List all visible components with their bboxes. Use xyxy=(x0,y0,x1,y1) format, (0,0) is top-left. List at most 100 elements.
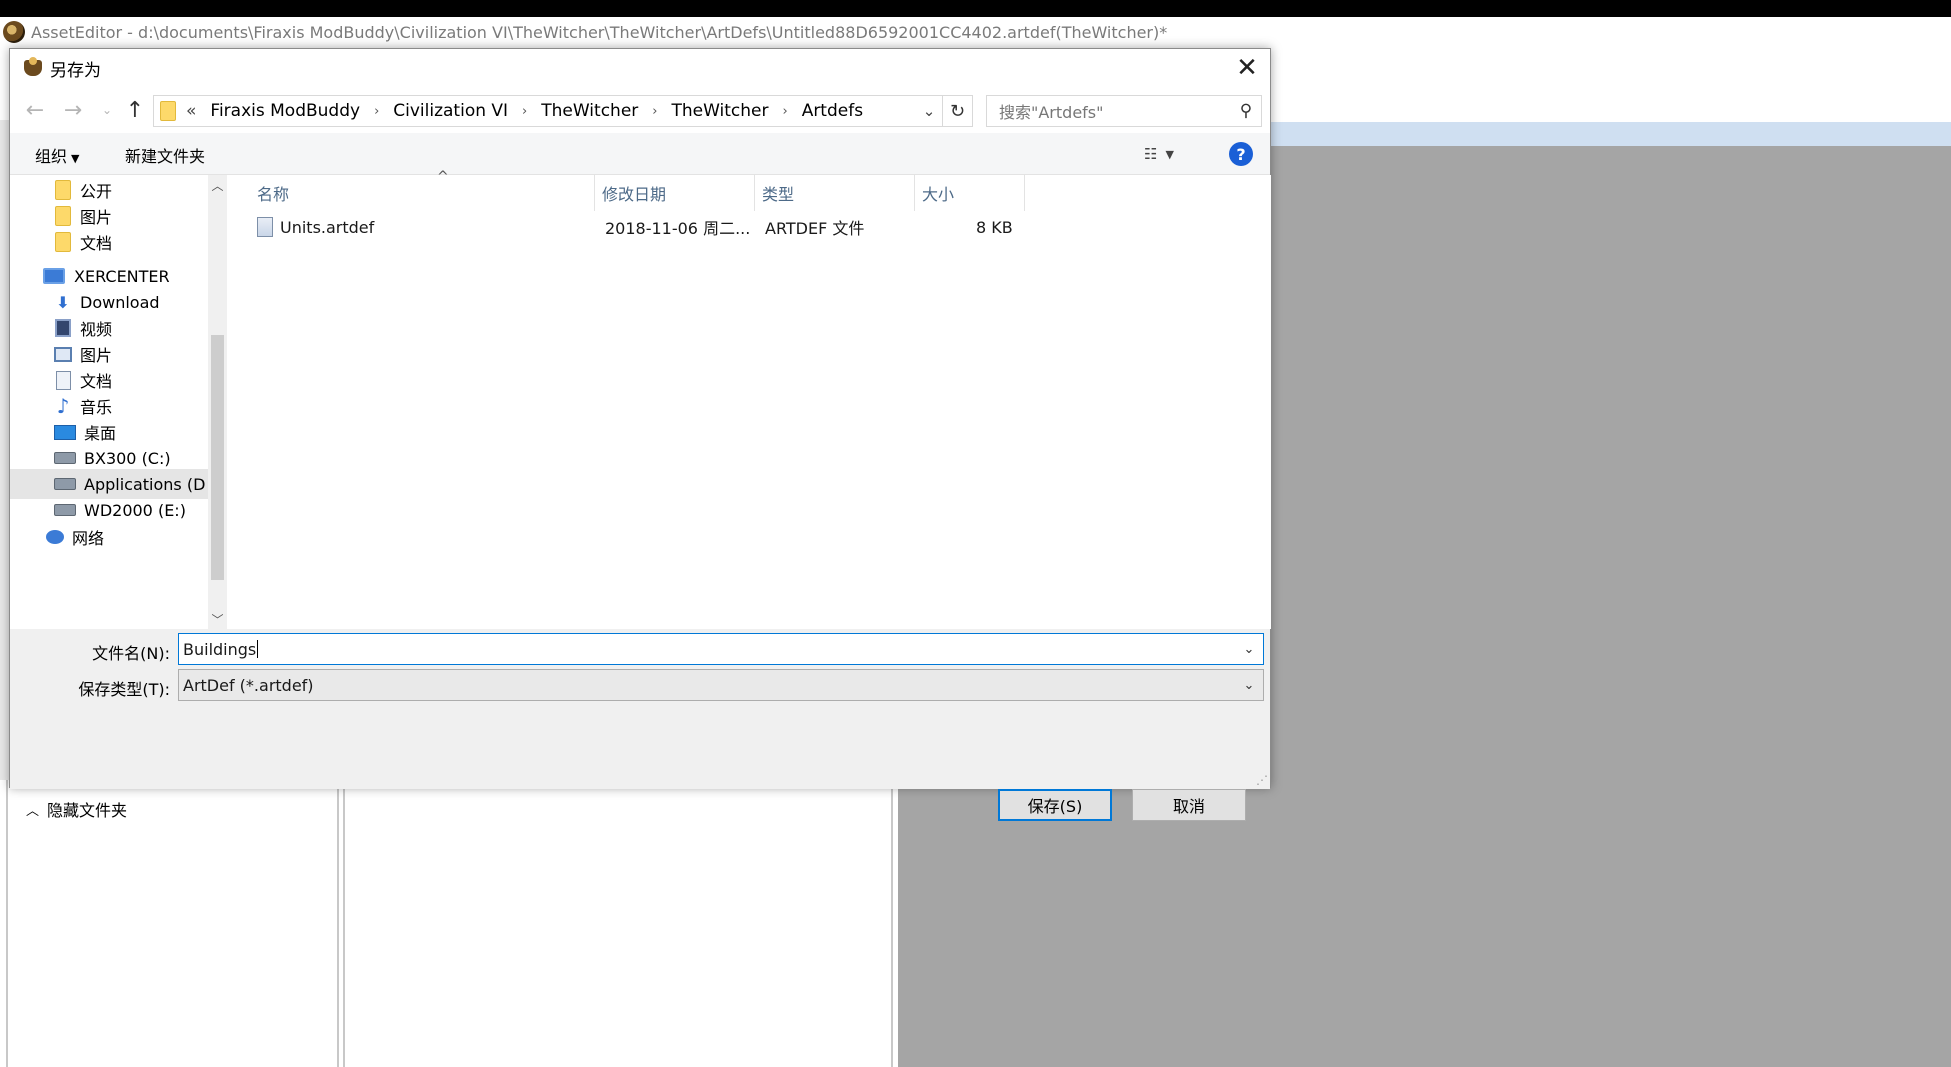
sidebar-item-network[interactable]: 网络 xyxy=(10,527,208,547)
dialog-app-icon xyxy=(22,57,44,79)
address-dropdown-button[interactable]: ⌄ xyxy=(916,98,942,124)
file-name-cell: Units.artdef xyxy=(257,213,374,241)
save-button[interactable]: 保存(S) xyxy=(998,789,1112,821)
scrollbar-thumb[interactable] xyxy=(211,335,224,580)
chevron-right-icon[interactable]: › xyxy=(522,104,527,119)
organize-label: 组织 xyxy=(35,147,68,166)
breadcrumb-overflow-button[interactable]: « xyxy=(186,101,196,121)
sidebar-item-label: XERCENTER xyxy=(74,266,170,286)
music-icon: ♪ xyxy=(56,394,70,418)
artdef-file-icon xyxy=(257,217,273,237)
breadcrumb-item[interactable]: Artdefs xyxy=(802,101,863,121)
search-icon[interactable]: ⚲ xyxy=(1231,96,1261,126)
file-row[interactable]: Units.artdef 2018-11-06 周二... ARTDEF 文件 … xyxy=(227,213,1271,241)
app-title: AssetEditor - d:\documents\Firaxis ModBu… xyxy=(31,22,1168,42)
sidebar-item-label: 网络 xyxy=(72,529,105,547)
filename-history-dropdown[interactable]: ⌄ xyxy=(1239,638,1259,660)
column-header-size[interactable]: 大小 xyxy=(922,175,1022,211)
asset-editor-app-icon xyxy=(3,21,25,43)
dialog-title: 另存为 xyxy=(50,60,101,81)
forward-button[interactable]: → xyxy=(60,97,86,123)
screen-top-strip xyxy=(0,0,1951,17)
breadcrumb-item[interactable]: TheWitcher xyxy=(671,101,768,121)
sidebar-item-label: WD2000 (E:) xyxy=(84,500,186,520)
recent-locations-button[interactable]: ⌄ xyxy=(94,97,120,123)
breadcrumb-item[interactable]: Firaxis ModBuddy xyxy=(210,101,360,121)
sidebar-item-documents[interactable]: 文档 xyxy=(10,227,208,257)
dialog-titlebar: 另存为 ✕ xyxy=(10,49,1270,87)
hide-folders-button[interactable]: ︿ 隐藏文件夹 xyxy=(26,797,127,821)
filename-input[interactable]: Buildings ⌄ xyxy=(178,633,1264,665)
resize-grip-icon[interactable]: ⋰ xyxy=(1256,773,1268,787)
chevron-down-icon: ⌄ xyxy=(922,102,936,120)
filetype-select[interactable]: ArtDef (*.artdef) ⌄ xyxy=(178,669,1264,701)
sidebar-item-label: 公开 xyxy=(80,182,113,201)
search-box[interactable]: 搜索"Artdefs" ⚲ xyxy=(986,95,1262,127)
sidebar-item-label: 文档 xyxy=(80,372,113,391)
folder-icon xyxy=(160,101,176,121)
chevron-down-icon: ⌄ xyxy=(1243,677,1255,693)
column-divider[interactable] xyxy=(754,175,755,211)
sidebar-item-label: 桌面 xyxy=(84,424,117,443)
folder-icon xyxy=(55,206,71,226)
file-list[interactable]: 名称 ^ 修改日期 类型 大小 Units.artdef 2018-11-06 … xyxy=(227,169,1271,629)
navigation-pane[interactable]: 公开 图片 文档 XERCENTER ⬇ Download 视频 图片 文档 ♪… xyxy=(10,175,220,629)
breadcrumb-item[interactable]: TheWitcher xyxy=(541,101,638,121)
column-header-label: 名称 xyxy=(257,185,290,204)
filetype-dropdown-button[interactable]: ⌄ xyxy=(1239,674,1259,696)
hide-folders-label: 隐藏文件夹 xyxy=(47,801,128,820)
column-divider[interactable] xyxy=(594,175,595,211)
sidebar-scrollbar[interactable]: ︿ ﹀ xyxy=(208,175,227,629)
text-cursor xyxy=(257,640,259,658)
sidebar-item-label: 图片 xyxy=(80,208,113,227)
up-button[interactable]: ↑ xyxy=(122,97,148,123)
scroll-up-button[interactable]: ︿ xyxy=(208,175,227,195)
navigation-row: ← → ⌄ ↑ « Firaxis ModBuddy › Civilizatio… xyxy=(10,87,1270,133)
network-icon xyxy=(46,530,64,544)
arrow-up-icon: ↑ xyxy=(125,97,145,123)
filetype-value: ArtDef (*.artdef) xyxy=(183,675,314,695)
column-header-date[interactable]: 修改日期 xyxy=(602,175,752,211)
details-view-icon: ☷ xyxy=(1144,145,1158,163)
column-divider[interactable] xyxy=(914,175,915,211)
chevron-right-icon[interactable]: › xyxy=(652,104,657,119)
editor-panel-divider[interactable] xyxy=(891,780,893,1067)
drive-icon xyxy=(54,452,76,464)
close-button[interactable]: ✕ xyxy=(1230,52,1264,84)
sidebar-item-label: 视频 xyxy=(80,320,113,339)
computer-icon xyxy=(43,268,65,284)
chevron-right-icon[interactable]: › xyxy=(374,104,379,119)
sort-ascending-icon: ^ xyxy=(437,169,449,185)
caret-down-icon: ▼ xyxy=(1165,147,1174,161)
organize-menu-button[interactable]: 组织 ▼ xyxy=(35,143,79,167)
column-header-label: 修改日期 xyxy=(602,185,667,204)
editor-panel-divider[interactable] xyxy=(337,780,339,1067)
new-folder-button[interactable]: 新建文件夹 xyxy=(125,143,205,167)
column-header-name[interactable]: 名称 ^ xyxy=(257,169,607,211)
help-button[interactable]: ? xyxy=(1229,142,1253,166)
file-name: Units.artdef xyxy=(280,217,375,237)
column-divider[interactable] xyxy=(1024,175,1025,211)
address-bar[interactable]: « Firaxis ModBuddy › Civilization VI › T… xyxy=(153,95,973,127)
sidebar-item-label: Applications (D xyxy=(84,474,206,494)
editor-panel-divider[interactable] xyxy=(343,780,345,1067)
folder-icon xyxy=(55,232,71,252)
sidebar-item-label: BX300 (C:) xyxy=(84,448,171,468)
cancel-button[interactable]: 取消 xyxy=(1132,789,1246,821)
chevron-up-icon: ︿ xyxy=(26,803,40,819)
back-button[interactable]: ← xyxy=(22,97,48,123)
command-toolbar: 组织 ▼ 新建文件夹 ☷ ▼ ? xyxy=(10,133,1270,175)
chevron-right-icon[interactable]: › xyxy=(782,104,787,119)
caret-down-icon: ▼ xyxy=(71,152,80,165)
editor-viewport xyxy=(1270,146,1951,1067)
sidebar-item-label: 图片 xyxy=(80,346,113,365)
change-view-button[interactable]: ☷ ▼ xyxy=(1144,143,1194,165)
filename-value: Buildings xyxy=(183,639,257,659)
refresh-button[interactable]: ↻ xyxy=(942,96,972,126)
scroll-down-button[interactable]: ﹀ xyxy=(208,609,227,629)
search-input[interactable]: 搜索"Artdefs" xyxy=(999,99,1231,123)
sidebar-item-drive-e[interactable]: WD2000 (E:) xyxy=(10,495,208,525)
column-header-type[interactable]: 类型 xyxy=(762,175,912,211)
breadcrumb-item[interactable]: Civilization VI xyxy=(393,101,508,121)
save-as-dialog: 另存为 ✕ ← → ⌄ ↑ « Firaxis ModBuddy › Civil… xyxy=(9,48,1271,821)
